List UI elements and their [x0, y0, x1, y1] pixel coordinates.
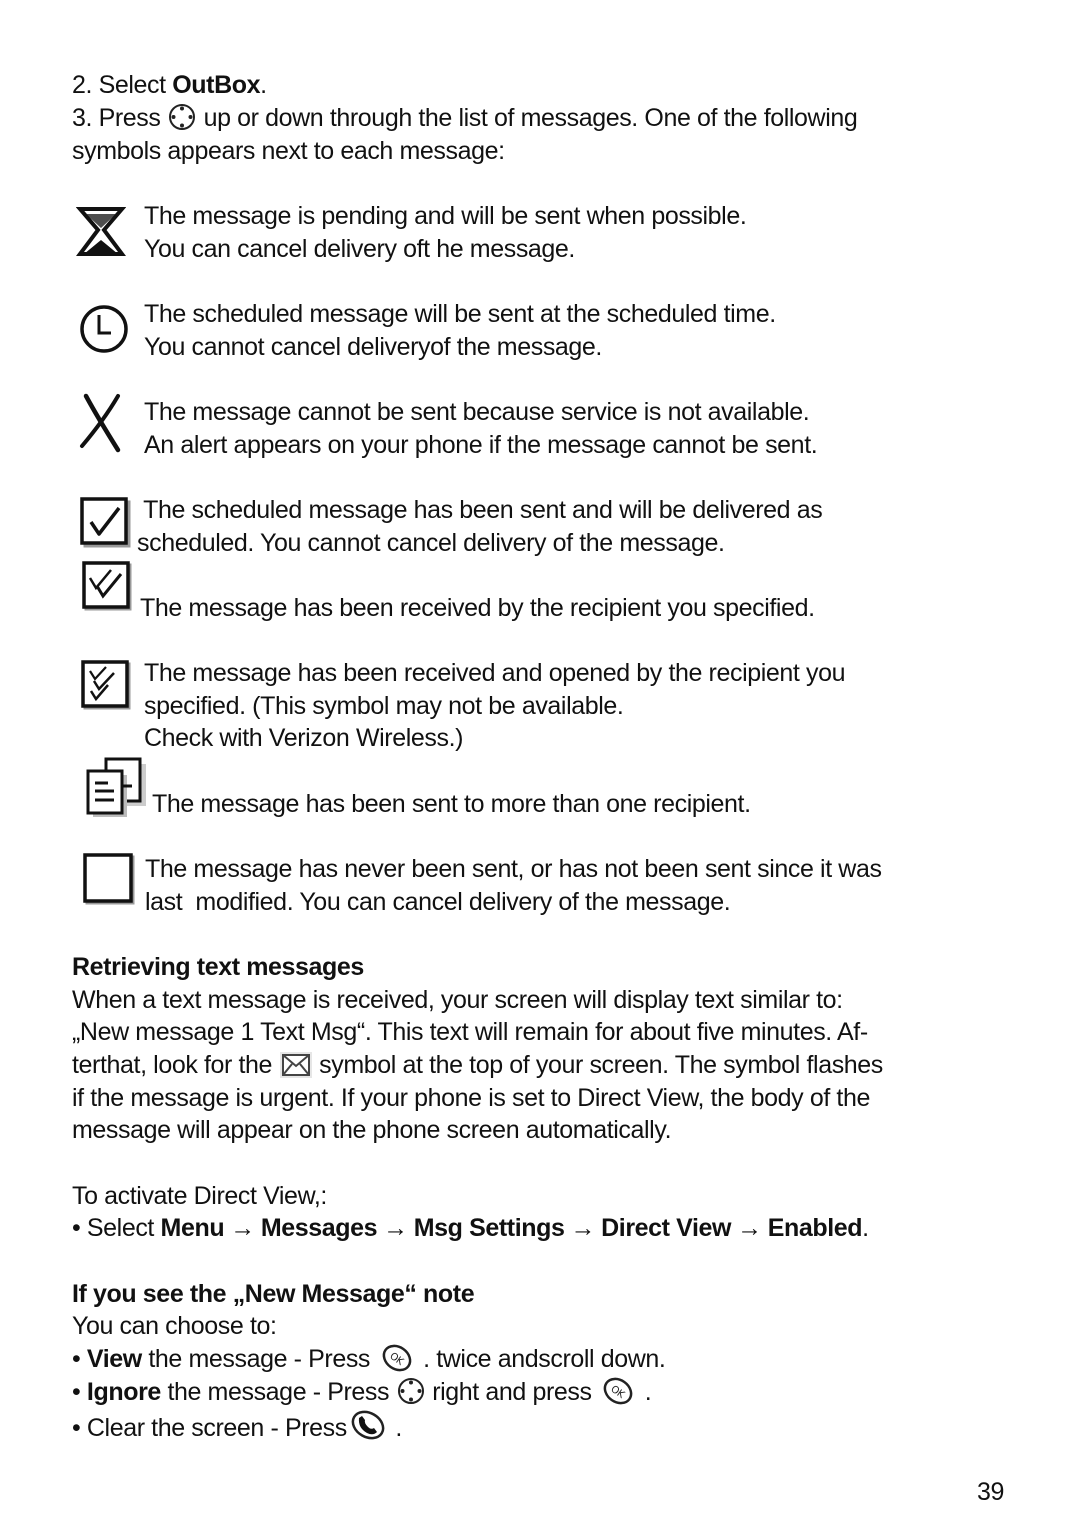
option-text: . twice andscroll down. — [423, 1345, 666, 1373]
option-text: • Clear the screen - Press — [72, 1414, 347, 1442]
symbol-description-line: specified. (This symbol may not be avail… — [144, 691, 624, 720]
symbol-description-line: The message is pending and will be sent … — [144, 202, 747, 230]
bullet-text: • — [72, 1378, 87, 1406]
symbol-opened-text: The message has been received and opened… — [144, 657, 845, 755]
paragraph-line: if the message is urgent. If your phone … — [72, 1084, 870, 1112]
envelope-icon — [279, 1052, 312, 1078]
symbol-received-text: The message has been received by the rec… — [140, 592, 815, 625]
hourglass-icon — [76, 207, 126, 256]
ignore-label: Ignore — [86, 1378, 161, 1406]
step-2-text: 2. Select — [72, 71, 173, 99]
arrow-right-icon: → — [570, 1214, 596, 1242]
clock-icon — [80, 305, 128, 353]
navigation-key-icon — [397, 1378, 424, 1404]
step-2: 2. Select OutBox. — [72, 69, 267, 101]
symbol-not-sent-text: The message cannot be sent because servi… — [144, 396, 818, 461]
end-call-key-icon — [351, 1410, 385, 1440]
symbol-description-line: The scheduled message will be sent at th… — [144, 300, 776, 328]
direct-view-path: • Select Menu → Messages → Msg Settings → Dire… — [72, 1212, 869, 1244]
symbol-description-line: The message cannot be sent because servi… — [144, 398, 810, 426]
paragraph-line: message will appear on the phone screen … — [72, 1116, 672, 1144]
x-mark-icon — [80, 393, 121, 453]
checkbox-single-check-icon — [80, 497, 131, 548]
symbol-never-sent-text: The message has never been sent, or has … — [145, 853, 882, 918]
symbol-description-line: The message has been sent to more than o… — [152, 790, 751, 818]
ok-key-icon: OK — [603, 1377, 633, 1405]
arrow-right-icon: → — [737, 1214, 762, 1242]
arrow-right-icon: → — [230, 1214, 255, 1242]
symbol-pending-text: The message is pending and will be sent … — [144, 200, 747, 265]
step-2-suffix: . — [260, 71, 267, 99]
outbox-label: OutBox — [172, 71, 261, 99]
menu-path-item: Msg Settings — [413, 1214, 565, 1242]
paragraph-text: symbol at the top of your screen. The sy… — [319, 1051, 883, 1079]
section-heading-new-message: If you see the „New Message“ note — [72, 1280, 475, 1308]
paragraph-line: terthat, look for the symbol at the top … — [72, 1049, 883, 1081]
step-3-text: 3. Press — [72, 104, 161, 132]
option-text: . — [395, 1414, 402, 1442]
symbol-description-line: You cannot cancel deliveryof the message… — [144, 332, 602, 361]
option-text: right and press — [432, 1378, 592, 1406]
symbol-description-line: The scheduled message has been sent and … — [137, 496, 823, 524]
view-option: • View the message - Press OK . twice an… — [72, 1343, 666, 1375]
option-text: . — [644, 1378, 652, 1406]
path-suffix: . — [862, 1214, 869, 1242]
multiple-documents-icon — [86, 757, 146, 817]
step-3-line-2: symbols appears next to each message: — [72, 137, 505, 165]
paragraph-line: When a text message is received, your sc… — [72, 986, 843, 1014]
checkbox-double-check-icon — [82, 561, 132, 611]
checkbox-triple-check-icon — [81, 660, 131, 710]
symbol-description-line: An alert appears on your phone if the me… — [144, 430, 818, 459]
view-label: View — [86, 1345, 142, 1373]
section-heading-retrieving: Retrieving text messages — [72, 953, 364, 981]
option-text: the message - Press — [141, 1345, 371, 1373]
bullet-text: • — [72, 1345, 87, 1373]
clear-option: • Clear the screen - Press . — [72, 1408, 402, 1444]
symbol-multi-recipient-text: The message has been sent to more than o… — [152, 788, 751, 821]
symbol-description-line: The message has been received by the rec… — [140, 594, 815, 622]
symbol-description-line: You can cancel delivery oft he message. — [144, 234, 575, 263]
menu-path-item: Messages — [260, 1214, 378, 1242]
empty-box-icon — [83, 853, 135, 905]
navigation-key-icon — [169, 104, 196, 130]
arrow-right-icon: → — [383, 1214, 408, 1242]
menu-path-item: Menu — [160, 1214, 225, 1242]
bullet-text: • Select — [72, 1214, 161, 1242]
paragraph-text: terthat, look for the — [72, 1051, 273, 1079]
page-number: 39 — [977, 1478, 1005, 1506]
symbol-description-line: The message has been received and opened… — [144, 659, 846, 687]
paragraph-line: „New message 1 Text Msg“. This text will… — [72, 1018, 868, 1046]
symbol-sent-scheduled-text: The scheduled message has been sent and … — [137, 494, 823, 559]
menu-path-item: Direct View — [601, 1214, 732, 1242]
symbol-description-line: scheduled. You cannot cancel delivery of… — [137, 528, 725, 557]
symbol-description-line: Check with Verizon Wireless.) — [144, 724, 464, 752]
option-text: the message - Press — [160, 1378, 390, 1406]
step-3-suffix: up or down through the list of messages.… — [203, 104, 858, 132]
ok-key-icon: OK — [382, 1344, 411, 1372]
choose-intro: You can choose to: — [72, 1312, 277, 1340]
symbol-description-line: last modified. You can cancel delivery o… — [145, 887, 731, 916]
menu-path-item: Enabled — [767, 1214, 863, 1242]
direct-view-intro: To activate Direct View,: — [72, 1182, 327, 1210]
symbol-description-line: The message has never been sent, or has … — [145, 855, 882, 883]
ignore-option: • Ignore the message - Press right and p… — [72, 1376, 652, 1408]
symbol-scheduled-text: The scheduled message will be sent at th… — [144, 298, 776, 363]
step-3: 3. Press up or down through the list of … — [72, 102, 858, 134]
